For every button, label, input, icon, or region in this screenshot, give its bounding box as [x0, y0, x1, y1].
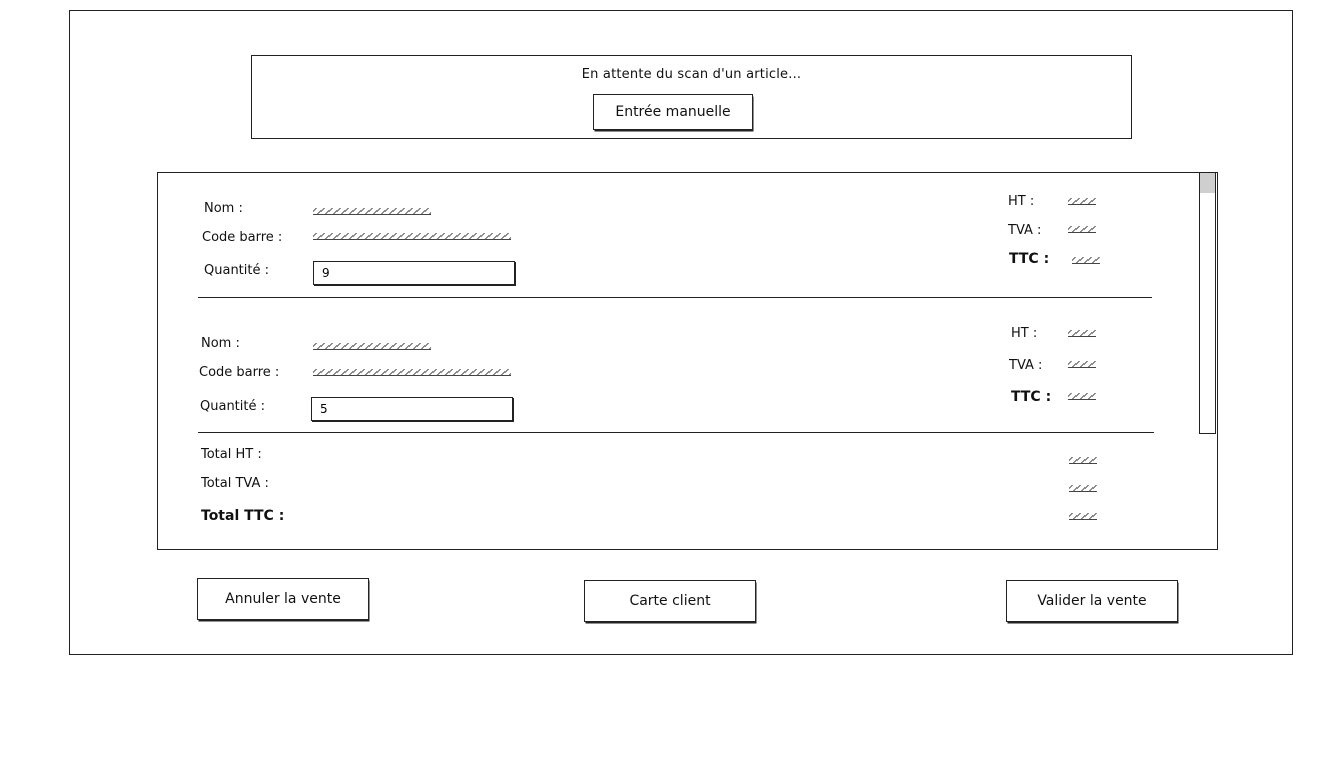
cart-scrollbar[interactable]	[1199, 173, 1216, 434]
item-quantity-label: Quantité :	[200, 399, 265, 414]
cart-items-panel: Nom : Code barre : Quantité : HT : TVA :…	[157, 172, 1218, 550]
item-name-label: Nom :	[204, 201, 243, 216]
item-tva-label: TVA :	[1008, 223, 1042, 238]
totals-divider	[198, 432, 1154, 433]
total-ht-label: Total HT :	[201, 447, 262, 462]
item-tva-value	[1068, 226, 1096, 233]
cart-scroll-thumb[interactable]	[1200, 173, 1215, 193]
item-barcode-value	[313, 233, 511, 240]
item-quantity-input[interactable]	[311, 397, 513, 421]
item-ttc-value	[1072, 257, 1100, 264]
item-quantity-input[interactable]	[313, 261, 515, 285]
item-barcode-label: Code barre :	[199, 365, 280, 380]
cancel-sale-button[interactable]: Annuler la vente	[197, 578, 369, 620]
item-ttc-label: TTC :	[1011, 389, 1052, 405]
total-tva-label: Total TVA :	[201, 476, 269, 491]
item-ht-label: HT :	[1011, 326, 1038, 341]
item-tva-label: TVA :	[1009, 358, 1043, 373]
total-ttc-label: Total TTC :	[201, 508, 285, 524]
item-tva-value	[1068, 361, 1096, 368]
item-barcode-label: Code barre :	[202, 230, 283, 245]
item-divider	[198, 297, 1152, 298]
item-name-label: Nom :	[201, 336, 240, 351]
total-tva-value	[1069, 485, 1097, 492]
item-ttc-label: TTC :	[1009, 251, 1050, 267]
item-quantity-label: Quantité :	[204, 263, 269, 278]
item-ht-value	[1068, 330, 1096, 337]
item-ht-value	[1068, 198, 1096, 205]
total-ht-value	[1069, 457, 1097, 464]
item-ttc-value	[1068, 393, 1096, 400]
validate-sale-button[interactable]: Valider la vente	[1006, 580, 1178, 622]
client-card-button[interactable]: Carte client	[584, 580, 756, 622]
scan-status-panel: En attente du scan d'un article... Entré…	[251, 55, 1132, 139]
total-ttc-value	[1069, 513, 1097, 520]
item-barcode-value	[313, 369, 511, 376]
item-name-value	[313, 343, 431, 350]
item-ht-label: HT :	[1008, 194, 1035, 209]
scan-status-text: En attente du scan d'un article...	[581, 67, 802, 82]
item-name-value	[313, 208, 431, 215]
manual-entry-button[interactable]: Entrée manuelle	[593, 94, 753, 130]
